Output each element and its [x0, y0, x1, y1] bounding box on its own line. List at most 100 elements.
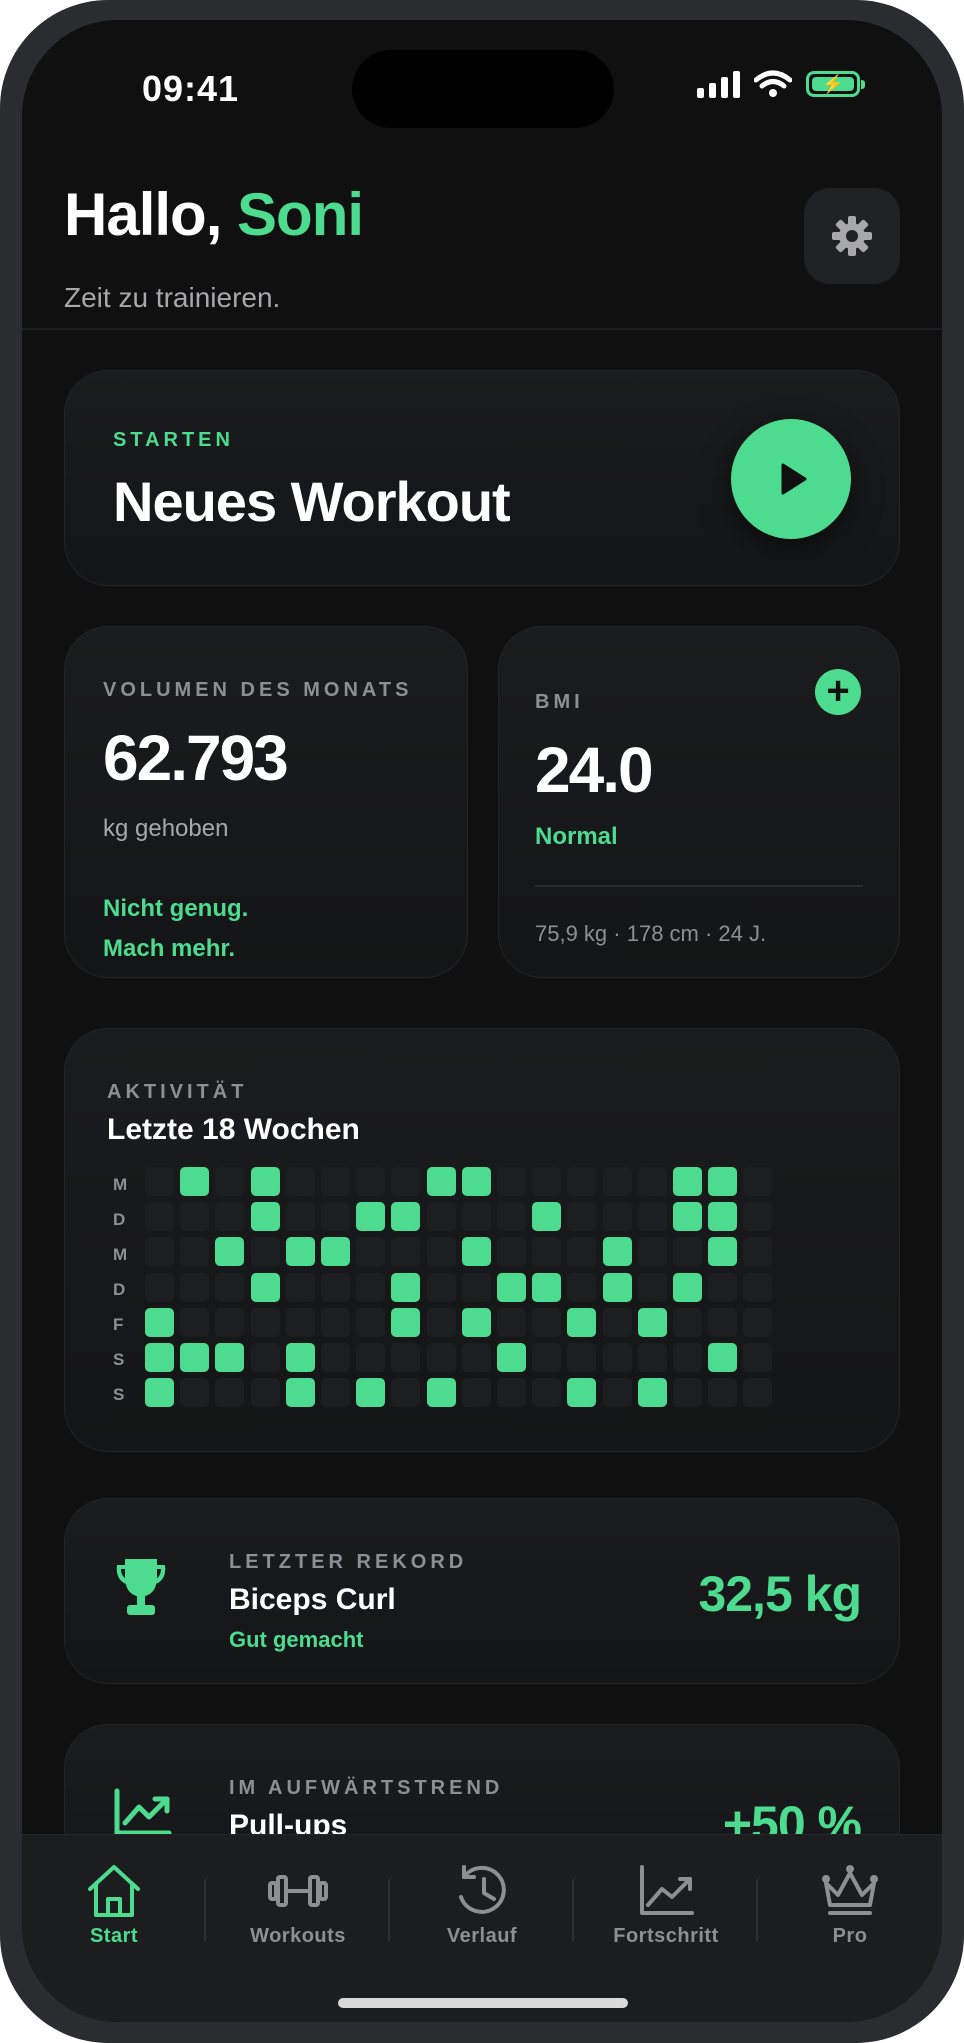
- activity-cell-active: [567, 1378, 597, 1408]
- activity-title: Letzte 18 Wochen: [107, 1113, 360, 1146]
- tab-start[interactable]: Start: [44, 1863, 184, 1948]
- activity-cell-active: [532, 1202, 562, 1232]
- activity-cell-empty: [602, 1167, 632, 1196]
- activity-cell-empty: [497, 1167, 526, 1196]
- activity-cell-active: [250, 1167, 280, 1196]
- activity-cell-active: [145, 1343, 174, 1372]
- activity-cell-active: [461, 1167, 491, 1196]
- home-indicator[interactable]: [338, 1998, 628, 2008]
- activity-cell-empty: [743, 1167, 773, 1196]
- add-bmi-button[interactable]: +: [815, 669, 861, 715]
- activity-cell-active: [321, 1237, 350, 1267]
- bmi-card[interactable]: BMI + 24.0 Normal 75,9 kg · 178 cm · 24 …: [498, 626, 900, 978]
- activity-cell-empty: [743, 1307, 773, 1337]
- wifi-icon: [754, 70, 792, 97]
- chart-icon: [640, 1865, 694, 1915]
- bmi-details: 75,9 kg · 178 cm · 24 J.: [535, 921, 767, 946]
- activity-cell-empty: [321, 1343, 350, 1372]
- activity-cell-active: [708, 1167, 738, 1196]
- activity-cell-empty: [285, 1167, 315, 1196]
- tab-verlauf[interactable]: Verlauf: [412, 1863, 552, 1948]
- tab-pro[interactable]: Pro: [780, 1863, 920, 1948]
- activity-cell-empty: [532, 1307, 562, 1337]
- tab-workouts[interactable]: Workouts: [228, 1863, 368, 1948]
- activity-cell-empty: [356, 1167, 386, 1196]
- activity-cell-empty: [673, 1378, 702, 1408]
- greeting-prefix: Hallo,: [64, 181, 238, 248]
- activity-cell-active: [602, 1272, 632, 1302]
- activity-cell-empty: [145, 1272, 174, 1302]
- volume-message-line1: Nicht genug.: [103, 895, 249, 922]
- activity-cell-active: [356, 1378, 386, 1408]
- activity-cell-empty: [391, 1343, 421, 1372]
- activity-cell-empty: [743, 1378, 773, 1408]
- activity-cell-active: [708, 1237, 738, 1267]
- play-icon: [781, 463, 807, 495]
- monthly-volume-card[interactable]: VOLUMEN DES MONATS 62.793 kg gehoben Nic…: [64, 626, 468, 978]
- activity-cell-empty: [637, 1272, 667, 1302]
- activity-cell-empty: [602, 1202, 632, 1232]
- new-workout-title: Neues Workout: [113, 470, 511, 533]
- activity-cell-empty: [673, 1237, 702, 1267]
- record-exercise: Biceps Curl: [229, 1583, 396, 1616]
- tab-fortschritt[interactable]: Fortschritt: [596, 1863, 736, 1948]
- activity-cell-empty: [215, 1378, 245, 1408]
- activity-cell-active: [180, 1167, 210, 1196]
- start-label: STARTEN: [113, 429, 234, 451]
- activity-cell-empty: [215, 1272, 245, 1302]
- status-time: 09:41: [142, 68, 240, 109]
- bmi-divider: [535, 885, 863, 887]
- bottom-tab-bar: Start Workouts Verlauf Fortschritt Pro: [22, 1834, 942, 2022]
- activity-cell-empty: [637, 1167, 667, 1196]
- start-workout-button[interactable]: [731, 419, 851, 539]
- activity-cell-active: [285, 1237, 315, 1267]
- battery-icon: ⚡: [806, 71, 865, 97]
- activity-cell-active: [637, 1307, 667, 1337]
- activity-cell-active: [461, 1307, 491, 1337]
- bmi-status: Normal: [535, 823, 618, 850]
- activity-cell-empty: [743, 1237, 773, 1267]
- activity-cell-empty: [673, 1343, 702, 1372]
- activity-cell-empty: [180, 1237, 210, 1267]
- activity-cell-empty: [215, 1202, 245, 1232]
- activity-cell-empty: [285, 1272, 315, 1302]
- activity-cell-empty: [391, 1378, 421, 1408]
- activity-cell-active: [461, 1237, 491, 1267]
- gear-icon: [832, 216, 872, 256]
- tab-label: Fortschritt: [613, 1925, 719, 1947]
- new-workout-card[interactable]: STARTEN Neues Workout: [64, 370, 900, 586]
- activity-cell-empty: [602, 1307, 632, 1337]
- latest-record-card[interactable]: LETZTER REKORD Biceps Curl Gut gemacht 3…: [64, 1498, 900, 1684]
- activity-cell-empty: [426, 1272, 456, 1302]
- activity-cell-empty: [497, 1307, 526, 1337]
- activity-cell-active: [708, 1202, 738, 1232]
- activity-cell-empty: [180, 1202, 210, 1232]
- activity-cell-empty: [250, 1307, 280, 1337]
- activity-cell-empty: [250, 1237, 280, 1267]
- activity-cell-empty: [743, 1343, 773, 1372]
- activity-cell-empty: [250, 1343, 280, 1372]
- activity-cell-active: [532, 1272, 562, 1302]
- weekday-label: M: [113, 1245, 128, 1264]
- activity-cell-empty: [250, 1378, 280, 1408]
- activity-cell-empty: [497, 1237, 526, 1267]
- activity-cell-empty: [391, 1167, 421, 1196]
- status-icons: ⚡: [697, 70, 865, 98]
- dumbbell-icon: [268, 1875, 328, 1907]
- activity-cell-empty: [426, 1237, 456, 1267]
- activity-cell-active: [426, 1378, 456, 1408]
- activity-cell-empty: [637, 1343, 667, 1372]
- home-icon: [88, 1865, 140, 1917]
- activity-cell-active: [673, 1202, 702, 1232]
- settings-button[interactable]: [804, 188, 900, 284]
- activity-cell-active: [497, 1343, 526, 1372]
- bmi-label: BMI: [535, 691, 584, 713]
- activity-cell-active: [180, 1343, 210, 1372]
- activity-cell-empty: [673, 1307, 702, 1337]
- activity-cell-empty: [356, 1343, 386, 1372]
- activity-cell-empty: [497, 1378, 526, 1408]
- activity-cell-empty: [708, 1307, 738, 1337]
- activity-cell-empty: [356, 1307, 386, 1337]
- activity-cell-empty: [532, 1343, 562, 1372]
- weekday-label: S: [113, 1350, 125, 1369]
